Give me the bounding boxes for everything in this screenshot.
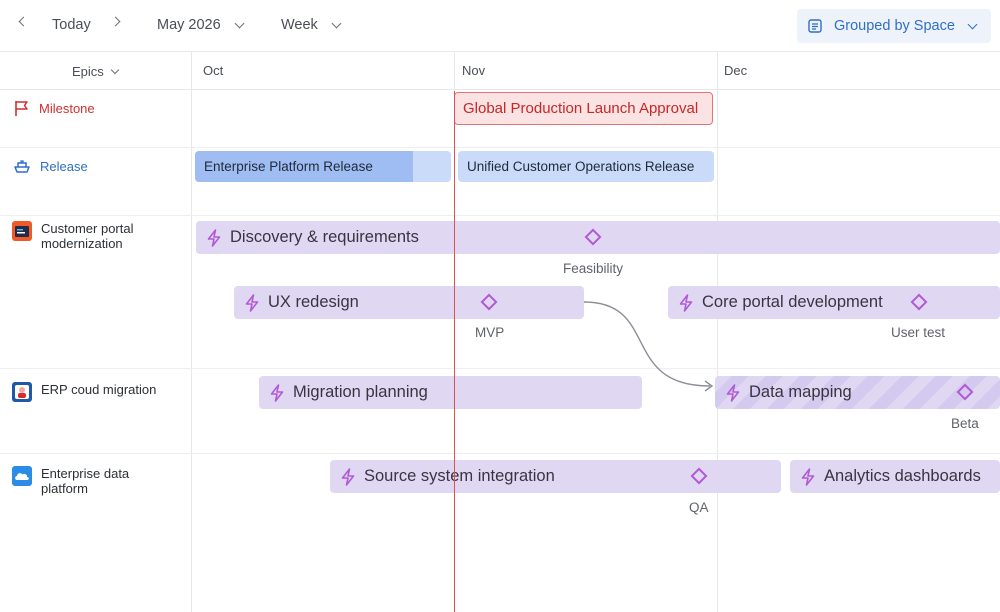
lightning-icon <box>679 293 693 312</box>
epic-bar[interactable]: Source system integration <box>330 460 781 493</box>
milestone-marker-label: Feasibility <box>563 261 624 276</box>
epic-bar-label: UX redesign <box>268 293 359 311</box>
epic-bar-label: Source system integration <box>364 467 555 485</box>
lightning-icon <box>341 467 355 486</box>
milestone-marker-label: User test <box>891 325 946 340</box>
milestone-marker-label: Beta <box>951 416 979 431</box>
epic-bar-label: Discovery & requirements <box>230 228 419 246</box>
epic-bar-label: Migration planning <box>293 383 428 401</box>
milestone-marker-label: QA <box>689 500 709 515</box>
epic-bar[interactable]: Migration planning <box>259 376 642 409</box>
lightning-icon <box>270 383 284 402</box>
milestone-marker-label: MVP <box>475 325 505 340</box>
lightning-icon <box>801 467 815 486</box>
epic-bar[interactable]: UX redesign <box>234 286 584 319</box>
lightning-icon <box>207 228 221 247</box>
epic-bar[interactable]: Analytics dashboards <box>790 460 1000 493</box>
epic-bar-label: Core portal development <box>702 293 883 311</box>
epic-bar-label: Data mapping <box>749 383 852 401</box>
lightning-icon <box>726 383 740 402</box>
lightning-icon <box>245 293 259 312</box>
epic-bar-label: Analytics dashboards <box>824 467 981 485</box>
epic-bar[interactable]: Core portal development <box>668 286 1000 319</box>
today-marker-line <box>454 91 455 612</box>
